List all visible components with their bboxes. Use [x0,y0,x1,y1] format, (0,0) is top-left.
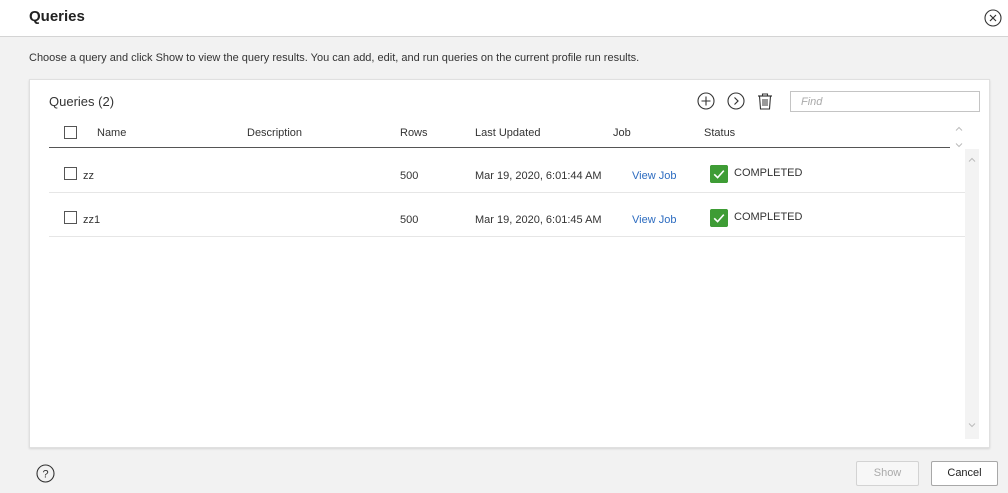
svg-text:?: ? [42,469,48,481]
status-completed-icon [710,209,728,227]
query-name: zz [83,170,94,182]
dialog-header: Queries [0,0,1008,37]
query-name: zz1 [83,214,101,226]
column-header-description[interactable]: Description [247,127,302,139]
column-header-last-updated[interactable]: Last Updated [475,127,540,139]
table-body: zz 500 Mar 19, 2020, 6:01:44 AM View Job… [49,149,965,439]
view-job-link[interactable]: View Job [632,170,676,182]
view-job-link[interactable]: View Job [632,214,676,226]
run-icon[interactable] [726,91,746,111]
find-input[interactable] [790,91,980,112]
delete-icon[interactable] [755,91,775,111]
table-row[interactable]: zz 500 Mar 19, 2020, 6:01:44 AM View Job… [49,149,965,193]
select-all-checkbox[interactable] [64,126,77,139]
column-header-job[interactable]: Job [613,127,631,139]
query-rows: 500 [400,170,419,182]
header-scroll-up-icon[interactable] [954,124,964,134]
query-rows: 500 [400,214,419,226]
status-text: COMPLETED [734,167,803,179]
column-header-name[interactable]: Name [97,127,126,139]
table-row[interactable]: zz1 500 Mar 19, 2020, 6:01:45 AM View Jo… [49,193,965,237]
close-icon[interactable] [984,9,1002,27]
cancel-button[interactable]: Cancel [931,461,998,486]
scroll-down-icon[interactable] [967,420,977,430]
column-header-rows[interactable]: Rows [400,127,428,139]
queries-panel: Queries (2) Name Description Rows Last U… [29,79,990,448]
help-icon[interactable]: ? [36,464,55,483]
dialog-title: Queries [29,8,85,25]
row-checkbox[interactable] [64,167,77,180]
table-header: Name Description Rows Last Updated Job S… [49,122,950,148]
query-last-updated: Mar 19, 2020, 6:01:44 AM [475,170,602,182]
row-checkbox[interactable] [64,211,77,224]
status-text: COMPLETED [734,211,803,223]
show-button[interactable]: Show [856,461,919,486]
vertical-scrollbar[interactable] [965,149,979,439]
add-icon[interactable] [696,91,716,111]
instructions-text: Choose a query and click Show to view th… [29,52,640,64]
scroll-up-icon[interactable] [967,155,977,165]
column-header-status[interactable]: Status [704,127,735,139]
queries-count-title: Queries (2) [49,94,115,109]
status-completed-icon [710,165,728,183]
query-last-updated: Mar 19, 2020, 6:01:45 AM [475,214,602,226]
